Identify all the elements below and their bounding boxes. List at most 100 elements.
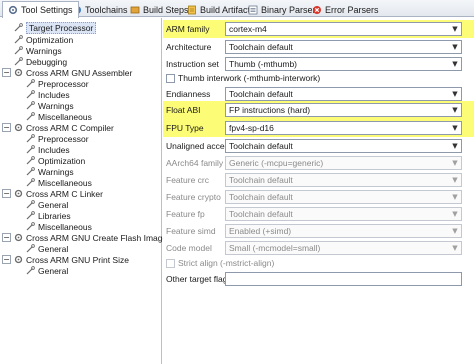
tree-item-includes[interactable]: Includes xyxy=(26,144,70,155)
tree-item-warnings[interactable]: Warnings xyxy=(26,100,74,111)
tree-item-label: Cross ARM GNU Create Flash Image xyxy=(26,232,168,243)
tree-item-label: Preprocessor xyxy=(38,133,89,144)
settings-page-icon xyxy=(14,46,23,55)
feature-fp-label: Feature fp xyxy=(166,209,205,219)
tree-item-general[interactable]: General xyxy=(26,199,68,210)
aarch64-family-label: AArch64 family xyxy=(166,158,224,168)
settings-tree: Target Processor Optimization Warnings D… xyxy=(0,18,167,364)
tree-item-general[interactable]: General xyxy=(26,265,68,276)
collapse-icon[interactable]: − xyxy=(2,189,11,198)
chevron-down-icon: ▼ xyxy=(452,60,458,68)
tree-item-miscellaneous[interactable]: Miscellaneous xyxy=(26,111,92,122)
collapse-icon[interactable]: − xyxy=(2,233,11,242)
tree-item-optimization[interactable]: Optimization xyxy=(14,34,73,45)
tree-item-label: Miscellaneous xyxy=(38,221,92,232)
endianness-row: Endianness Toolchain default ▼ xyxy=(163,84,474,101)
tree-item-label: Warnings xyxy=(26,45,62,56)
other-target-flags-input[interactable] xyxy=(225,272,462,286)
thumb-interwork-checkbox-row[interactable]: Thumb interwork (-mthumb-interwork) xyxy=(166,73,320,83)
tree-item-label: Cross ARM GNU Assembler xyxy=(26,67,133,78)
chevron-down-icon: ▼ xyxy=(452,244,458,252)
float-abi-select[interactable]: FP instructions (hard) ▼ xyxy=(225,103,462,117)
tool-icon xyxy=(14,189,23,198)
unaligned-access-label: Unaligned access xyxy=(166,141,234,151)
float-abi-row: Float ABI FP instructions (hard) ▼ xyxy=(163,101,474,119)
strict-align-checkbox xyxy=(166,258,175,268)
architecture-select[interactable]: Toolchain default ▼ xyxy=(225,40,462,54)
tree-item-label: Optimization xyxy=(26,34,74,45)
feature-crc-label: Feature crc xyxy=(166,175,209,185)
code-model-value: Small (-mcmodel=small) xyxy=(229,243,321,253)
endianness-label: Endianness xyxy=(166,89,211,99)
feature-fp-value: Toolchain default xyxy=(229,209,293,219)
collapse-icon[interactable]: − xyxy=(2,68,11,77)
chevron-down-icon: ▼ xyxy=(452,227,458,235)
tree-item-label: General xyxy=(38,243,69,254)
tree-item-warnings[interactable]: Warnings xyxy=(14,45,62,56)
tree-item-preprocessor[interactable]: Preprocessor xyxy=(26,78,89,89)
architecture-label: Architecture xyxy=(166,42,212,52)
feature-crypto-value: Toolchain default xyxy=(229,192,293,202)
chevron-down-icon: ▼ xyxy=(452,43,458,51)
tree-group-assembler[interactable]: − Cross ARM GNU Assembler xyxy=(2,67,132,78)
unaligned-access-select[interactable]: Toolchain default ▼ xyxy=(225,139,462,153)
settings-page-icon xyxy=(26,156,35,165)
arm-family-label: ARM family xyxy=(166,24,210,34)
unaligned-access-value: Toolchain default xyxy=(229,141,293,151)
tree-item-miscellaneous[interactable]: Miscellaneous xyxy=(26,177,92,188)
tree-group-c-compiler[interactable]: − Cross ARM C Compiler xyxy=(2,122,114,133)
settings-page-icon xyxy=(26,222,35,231)
tree-item-includes[interactable]: Includes xyxy=(26,89,70,100)
tab-tool-settings[interactable]: Tool Settings xyxy=(2,1,79,18)
tree-item-warnings[interactable]: Warnings xyxy=(26,166,74,177)
instruction-set-select[interactable]: Thumb (-mthumb) ▼ xyxy=(225,57,462,71)
tree-item-label: Preprocessor xyxy=(38,78,89,89)
chevron-down-icon: ▼ xyxy=(452,159,458,167)
unaligned-access-row: Unaligned access Toolchain default ▼ xyxy=(163,137,474,154)
collapse-icon[interactable]: − xyxy=(2,123,11,132)
settings-page-icon xyxy=(26,145,35,154)
tree-item-label: Miscellaneous xyxy=(38,177,92,188)
feature-simd-select: Enabled (+simd) ▼ xyxy=(225,224,462,238)
arm-family-select[interactable]: cortex-m4 ▼ xyxy=(225,22,462,36)
tab-bar: Tool Settings Toolchains Build Steps Bui… xyxy=(0,0,474,18)
tree-item-preprocessor[interactable]: Preprocessor xyxy=(26,133,89,144)
strict-align-checkbox-row: Strict align (-mstrict-align) xyxy=(166,258,274,268)
fpu-type-select[interactable]: fpv4-sp-d16 ▼ xyxy=(225,121,462,135)
target-processor-settings: ARM family cortex-m4 ▼ Architecture Tool… xyxy=(163,18,474,364)
tree-item-label: Optimization xyxy=(38,155,86,166)
tree-group-print-size[interactable]: − Cross ARM GNU Print Size xyxy=(2,254,129,265)
tree-group-c-linker[interactable]: − Cross ARM C Linker xyxy=(2,188,103,199)
tab-error-parsers[interactable]: Error Parsers xyxy=(306,1,385,17)
instruction-set-label: Instruction set xyxy=(166,59,219,69)
feature-simd-label: Feature simd xyxy=(166,226,216,236)
settings-page-icon xyxy=(26,167,35,176)
settings-page-icon xyxy=(26,79,35,88)
tree-item-debugging[interactable]: Debugging xyxy=(14,56,67,67)
tree-item-general[interactable]: General xyxy=(26,243,68,254)
endianness-select[interactable]: Toolchain default ▼ xyxy=(225,87,462,101)
collapse-icon[interactable]: − xyxy=(2,255,11,264)
chevron-down-icon: ▼ xyxy=(452,210,458,218)
code-model-row: Code model Small (-mcmodel=small) ▼ xyxy=(163,239,474,256)
tree-item-label: Cross ARM GNU Print Size xyxy=(26,254,129,265)
thumb-interwork-checkbox[interactable] xyxy=(166,73,175,83)
endianness-value: Toolchain default xyxy=(229,89,293,99)
tree-item-label: Warnings xyxy=(38,166,74,177)
feature-crypto-select: Toolchain default ▼ xyxy=(225,190,462,204)
tree-item-label: Cross ARM C Linker xyxy=(26,188,103,199)
tree-item-optimization[interactable]: Optimization xyxy=(26,155,85,166)
tree-group-create-flash-image[interactable]: − Cross ARM GNU Create Flash Image xyxy=(2,232,167,243)
tree-item-libraries[interactable]: Libraries xyxy=(26,210,71,221)
tree-item-miscellaneous[interactable]: Miscellaneous xyxy=(26,221,92,232)
feature-simd-value: Enabled (+simd) xyxy=(229,226,292,236)
settings-page-icon xyxy=(14,23,23,32)
aarch64-family-value: Generic (-mcpu=generic) xyxy=(229,158,324,168)
tree-item-label: Libraries xyxy=(38,210,71,221)
build-steps-icon xyxy=(130,6,140,13)
feature-crc-value: Toolchain default xyxy=(229,175,293,185)
tool-icon xyxy=(14,255,23,264)
tree-item-label: Cross ARM C Compiler xyxy=(26,122,114,133)
tree-item-target-processor[interactable]: Target Processor xyxy=(14,21,97,34)
tool-settings-icon xyxy=(8,5,18,15)
